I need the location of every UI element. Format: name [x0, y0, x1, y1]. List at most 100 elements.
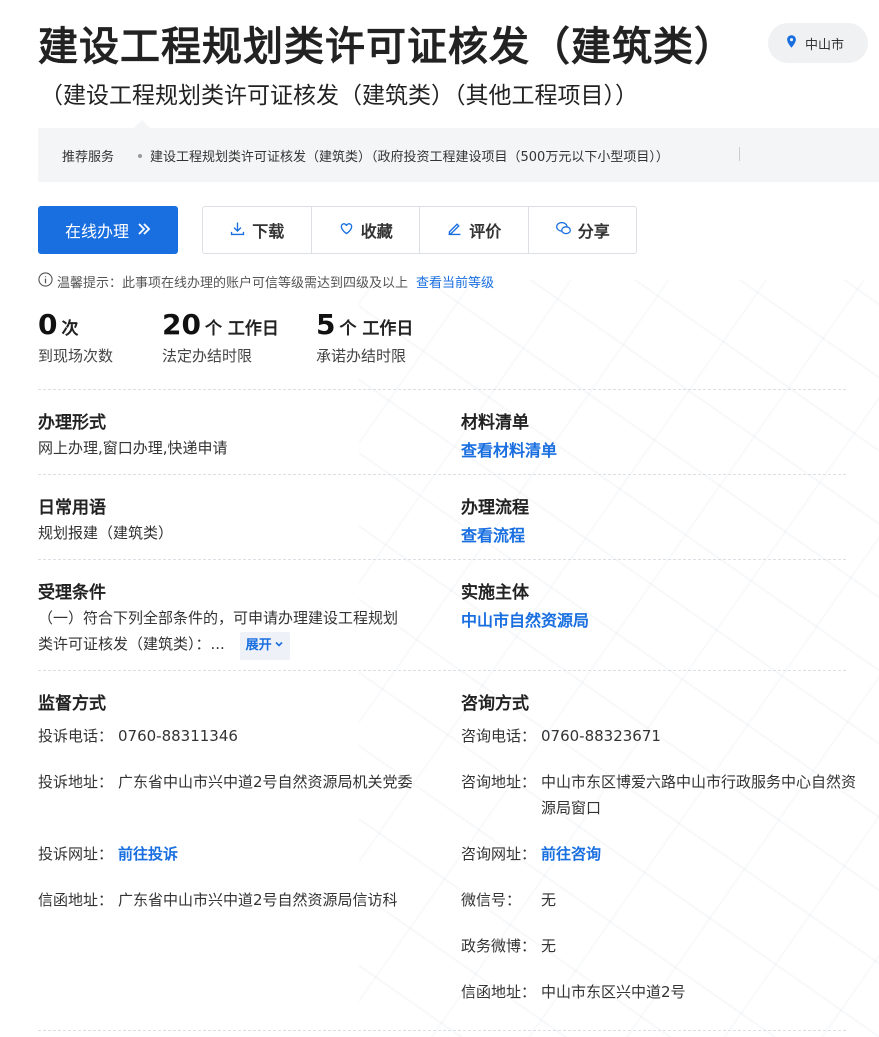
stat-visits: 0次 到现场次数: [38, 308, 113, 366]
recommend-item[interactable]: 建设工程规划类许可证核发（建筑类）（政府投资工程建设项目（500万元以下小型项目…: [138, 146, 669, 165]
action-button-group: 下载 收藏 评价 分享: [202, 206, 637, 254]
consult-letter-label: 信函地址：: [461, 983, 537, 1001]
download-label: 下载: [252, 222, 285, 241]
complaint-address-label: 投诉地址：: [38, 773, 114, 791]
online-apply-label: 在线办理: [64, 222, 129, 241]
service-detail-page: 建设工程规划类许可证核发（建筑类） 中山市 （建设工程规划类许可证核发（建筑类）…: [0, 0, 879, 1037]
complaint-address-value: 广东省中山市兴中道2号自然资源局机关党委: [118, 773, 413, 791]
consult-wechat-row: 微信号： 无: [461, 887, 856, 913]
stat-promised-time: 5个 工作日 承诺办结时限: [316, 308, 413, 366]
handling-mode-value: 网上办理,窗口办理,快递申请: [38, 439, 228, 457]
wechat-icon: [555, 220, 572, 241]
info-circle-icon: [38, 272, 53, 291]
recommend-notch: [134, 120, 150, 128]
page-title: 建设工程规划类许可证核发（建筑类）: [38, 24, 735, 70]
bullet-dot: [138, 153, 142, 158]
consult-letter-row: 信函地址： 中山市东区兴中道2号: [461, 979, 856, 1005]
conditions-line-2-row: 类许可证核发（建筑类）：... 展开: [38, 631, 438, 660]
materials-title: 材料清单: [461, 413, 529, 433]
conditions-line-2: 类许可证核发（建筑类）：...: [38, 635, 225, 653]
consult-phone-value: 0760-88323671: [541, 727, 661, 745]
divider: [38, 559, 846, 560]
stat-visits-number: 0: [38, 308, 58, 341]
stat-visits-unit: 次: [61, 319, 79, 339]
complaint-letter-row: 信函地址： 广东省中山市兴中道2号自然资源局信访科: [38, 887, 428, 913]
handling-mode: 办理形式 网上办理,窗口办理,快递申请: [38, 408, 438, 461]
consult-web-label: 咨询网址：: [461, 845, 537, 863]
common-term: 日常用语 规划报建（建筑类）: [38, 493, 438, 546]
complaint-letter-value: 广东省中山市兴中道2号自然资源局信访科: [118, 891, 398, 909]
stat-promised-unit: 个 工作日: [339, 319, 414, 339]
supervision-title: 监督方式: [38, 694, 106, 714]
common-term-title: 日常用语: [38, 498, 106, 518]
recommend-bar: 推荐服务 建设工程规划类许可证核发（建筑类）（政府投资工程建设项目（500万元以…: [38, 120, 879, 182]
consult-web-link[interactable]: 前往咨询: [541, 841, 856, 867]
tip-text: 温馨提示：此事项在线办理的账户可信等级需达到四级及以上: [57, 276, 409, 291]
favorite-label: 收藏: [360, 222, 393, 241]
subject-link[interactable]: 中山市自然资源局: [461, 607, 841, 631]
pencil-icon: [446, 220, 463, 241]
consult-title-block: 咨询方式: [461, 689, 529, 714]
location-pin-icon: [784, 34, 799, 53]
conditions-line-1: （一）符合下列全部条件的，可申请办理建设工程规划: [38, 609, 399, 627]
stat-legal-time: 20 个 工作日 法定办结时限: [162, 308, 279, 366]
review-label: 评价: [469, 222, 502, 241]
stat-visits-label: 到现场次数: [38, 347, 114, 365]
recommend-separator: [739, 147, 740, 161]
consult-web-row: 咨询网址： 前往咨询: [461, 841, 856, 867]
consult-weibo-label: 政务微博：: [461, 937, 537, 955]
tip-line: 温馨提示：此事项在线办理的账户可信等级需达到四级及以上 查看当前等级: [38, 272, 494, 291]
complaint-address-row: 投诉地址： 广东省中山市兴中道2号自然资源局机关党委: [38, 769, 428, 795]
share-label: 分享: [577, 222, 610, 241]
chevron-down-icon: [274, 633, 284, 659]
complaint-phone-label: 投诉电话：: [38, 727, 114, 745]
conditions-title: 受理条件: [38, 583, 106, 603]
subject-title: 实施主体: [461, 583, 529, 603]
view-process-link[interactable]: 查看流程: [461, 522, 841, 546]
favorite-button[interactable]: 收藏: [312, 207, 420, 253]
complaint-letter-label: 信函地址：: [38, 891, 114, 909]
consult-weibo-value: 无: [541, 937, 557, 955]
consult-wechat-label: 微信号：: [461, 891, 522, 909]
complaint-web-label: 投诉网址：: [38, 845, 114, 863]
supervision-title-block: 监督方式: [38, 689, 106, 714]
consult-letter-value: 中山市东区兴中道2号: [541, 983, 686, 1001]
location-label: 中山市: [805, 37, 845, 53]
double-chevron-right-icon: [137, 221, 151, 240]
complaint-web-link[interactable]: 前往投诉: [118, 841, 428, 867]
divider: [38, 670, 846, 671]
process-title: 办理流程: [461, 498, 529, 518]
consult-title: 咨询方式: [461, 694, 529, 714]
page-subtitle: （建设工程规划类许可证核发（建筑类）（其他工程项目））: [40, 83, 638, 109]
expand-button[interactable]: 展开: [239, 632, 290, 660]
consult-weibo-row: 政务微博： 无: [461, 933, 856, 959]
online-apply-button[interactable]: 在线办理: [38, 206, 178, 254]
consult-address-row: 咨询地址： 中山市东区博爱六路中山市行政服务中心自然资源局窗口: [461, 769, 856, 821]
view-materials-link[interactable]: 查看材料清单: [461, 437, 841, 461]
check-level-link[interactable]: 查看当前等级: [416, 272, 494, 291]
complaint-phone-row: 投诉电话： 0760-88311346: [38, 723, 428, 749]
divider: [38, 1030, 846, 1031]
download-button[interactable]: 下载: [203, 207, 312, 253]
implementing-body: 实施主体 中山市自然资源局: [461, 578, 841, 631]
handling-process: 办理流程 查看流程: [461, 493, 841, 546]
recommend-label: 推荐服务: [62, 150, 115, 165]
complaint-web-row: 投诉网址： 前往投诉: [38, 841, 428, 867]
download-icon: [229, 220, 246, 241]
heart-icon: [338, 220, 355, 241]
consult-address-label: 咨询地址：: [461, 773, 537, 791]
stat-legal-number: 20: [162, 308, 201, 341]
review-button[interactable]: 评价: [420, 207, 529, 253]
complaint-phone-value: 0760-88311346: [118, 727, 238, 745]
consult-address-value: 中山市东区博爱六路中山市行政服务中心自然资源局窗口: [541, 773, 857, 817]
common-term-value: 规划报建（建筑类）: [38, 524, 174, 542]
stat-legal-label: 法定办结时限: [162, 347, 253, 365]
divider: [38, 474, 846, 475]
consult-wechat-value: 无: [541, 891, 557, 909]
acceptance-conditions: 受理条件 （一）符合下列全部条件的，可申请办理建设工程规划 类许可证核发（建筑类…: [38, 578, 438, 660]
share-button[interactable]: 分享: [529, 207, 637, 253]
divider: [38, 389, 846, 390]
location-selector[interactable]: 中山市: [768, 23, 868, 63]
expand-label: 展开: [245, 638, 272, 653]
stat-legal-unit: 个 工作日: [204, 319, 279, 339]
